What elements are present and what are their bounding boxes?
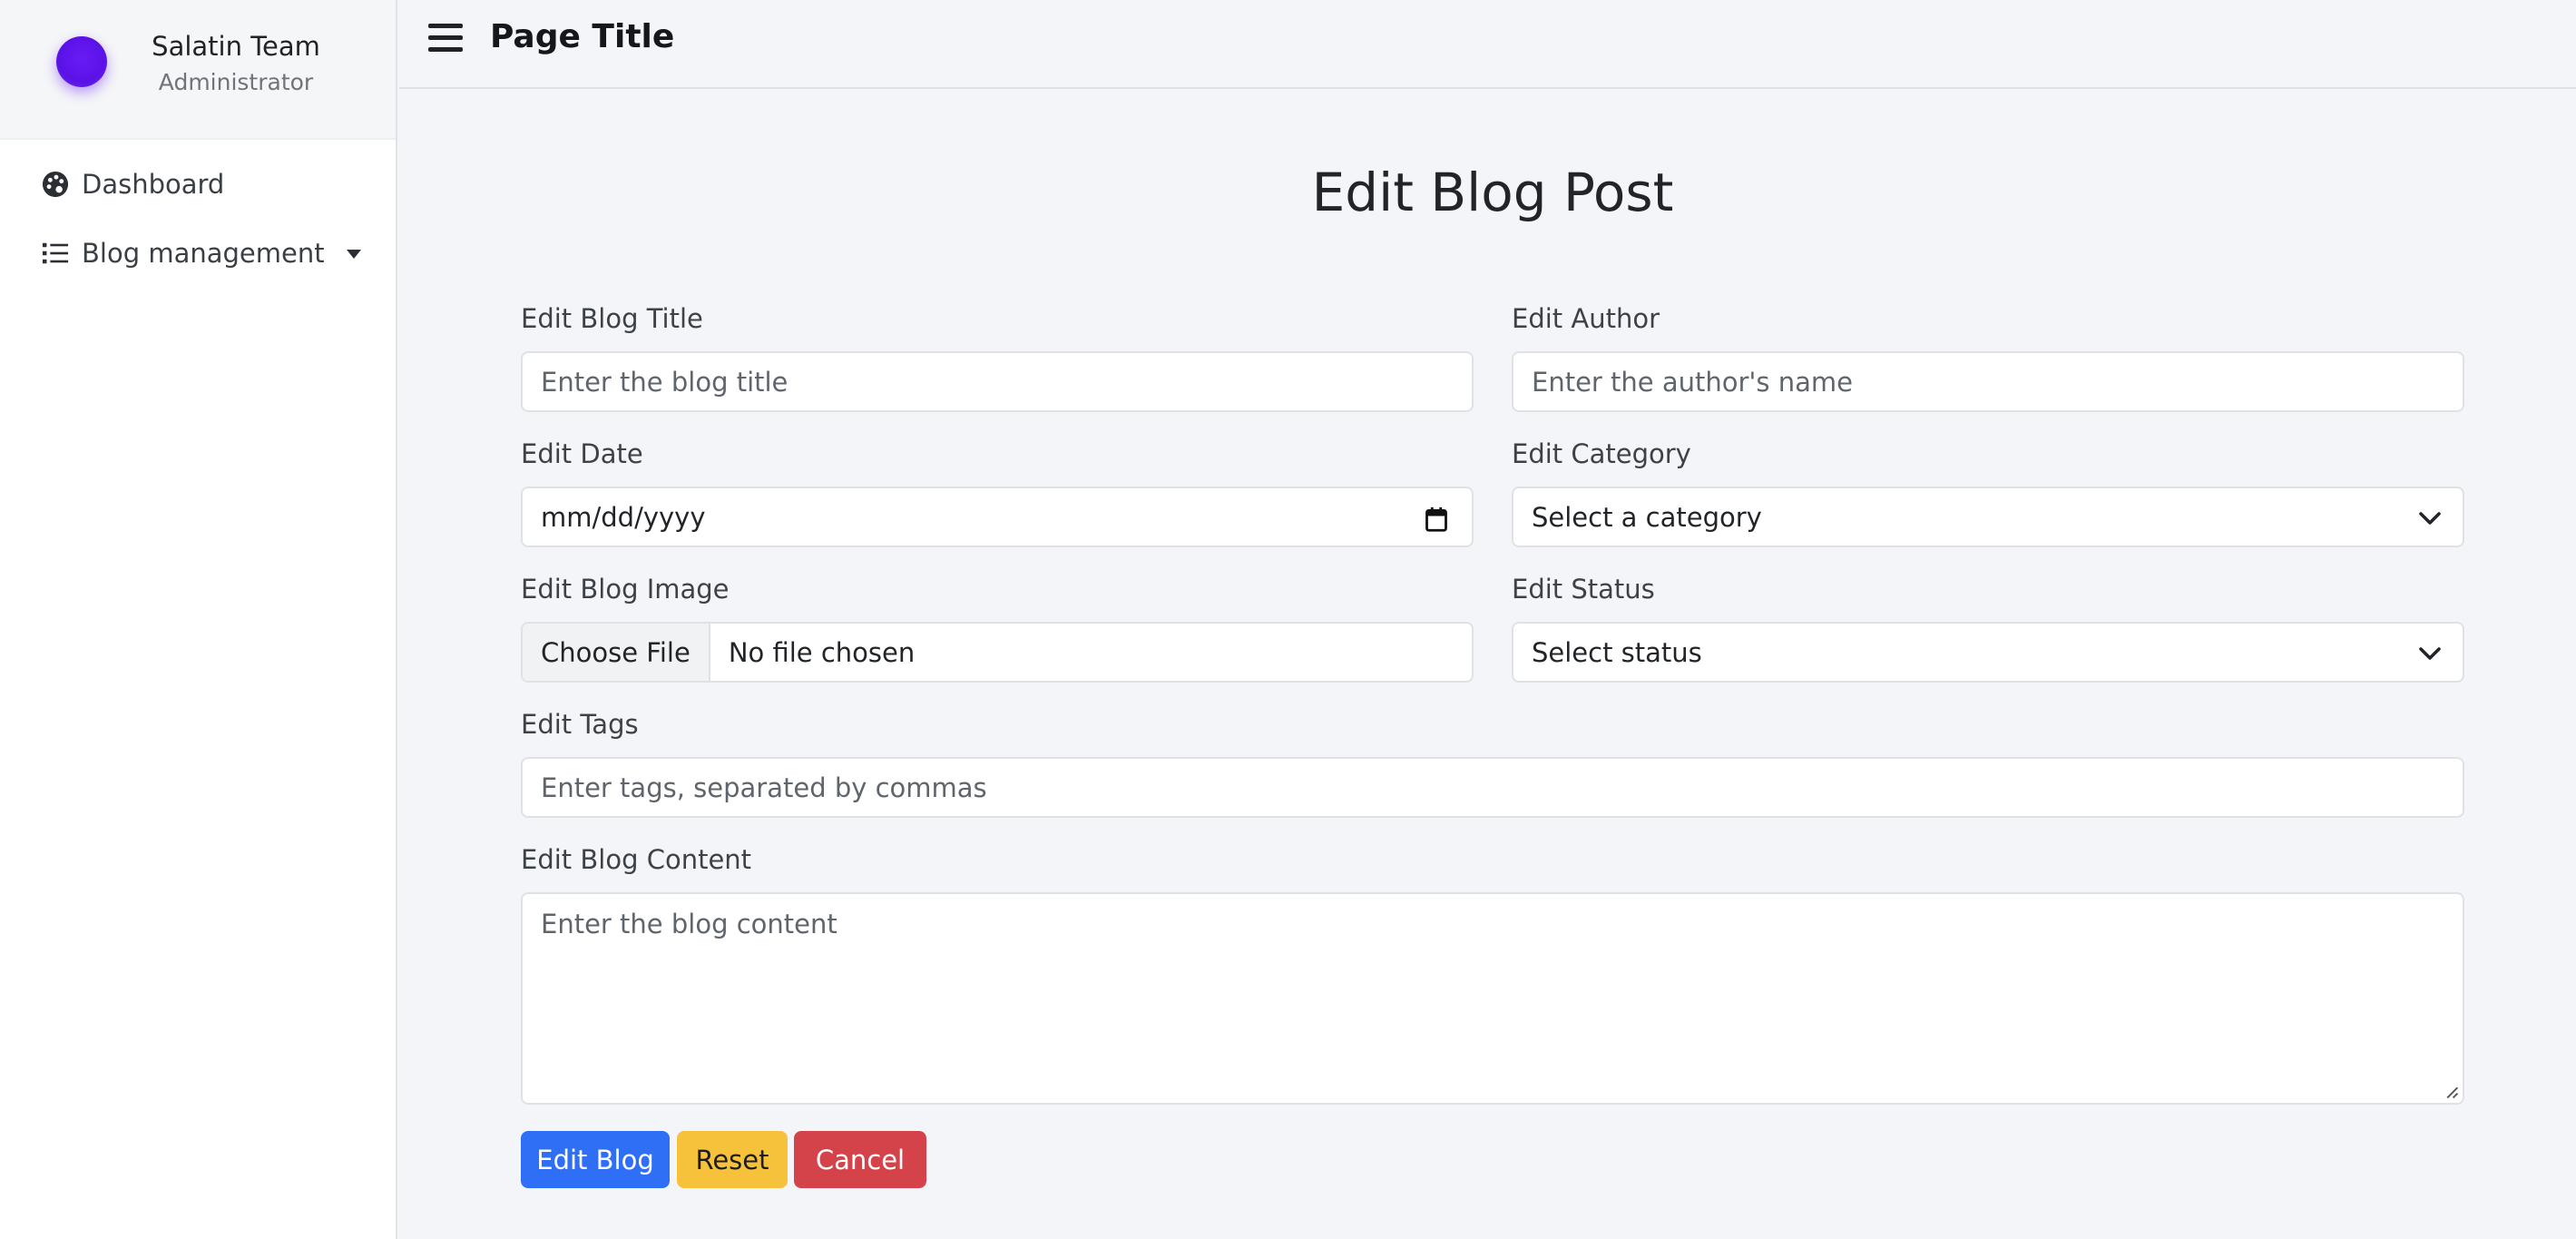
blog-title-label: Edit Blog Title: [521, 303, 703, 334]
profile-role: Administrator: [158, 69, 314, 95]
date-value: mm/dd/yyyy: [541, 501, 706, 533]
avatar[interactable]: [56, 36, 107, 87]
blog-content-textarea[interactable]: Enter the blog content: [521, 892, 2464, 1105]
resize-handle-icon[interactable]: [2444, 1085, 2459, 1099]
reset-button[interactable]: Reset: [677, 1131, 788, 1188]
blog-image-input[interactable]: Choose File No file chosen: [521, 622, 1474, 683]
category-value: Select a category: [1532, 501, 1762, 533]
cancel-button[interactable]: Cancel: [794, 1131, 926, 1188]
date-input[interactable]: mm/dd/yyyy: [521, 487, 1474, 547]
tags-placeholder: Enter tags, separated by commas: [541, 772, 987, 803]
status-label: Edit Status: [1512, 574, 1655, 605]
category-label: Edit Category: [1512, 438, 1691, 469]
caret-down-icon[interactable]: [345, 238, 363, 269]
tags-label: Edit Tags: [521, 709, 639, 740]
blog-content-label: Edit Blog Content: [521, 844, 752, 875]
blog-image-label: Edit Blog Image: [521, 574, 730, 605]
sidebar-item-blog-management[interactable]: Blog management: [42, 238, 363, 269]
chevron-down-icon: [2419, 512, 2441, 525]
author-label: Edit Author: [1512, 303, 1660, 334]
choose-file-button[interactable]: Choose File: [523, 624, 710, 681]
blog-content-placeholder: Enter the blog content: [541, 909, 837, 939]
sidebar-item-label: Dashboard: [82, 169, 225, 200]
author-input[interactable]: Enter the author's name: [1512, 351, 2464, 412]
date-label: Edit Date: [521, 438, 643, 469]
list-icon: [42, 242, 69, 264]
author-placeholder: Enter the author's name: [1532, 366, 1853, 398]
blog-title-input[interactable]: Enter the blog title: [521, 351, 1474, 412]
calendar-icon[interactable]: [1425, 506, 1448, 532]
tags-input[interactable]: Enter tags, separated by commas: [521, 757, 2464, 818]
form-heading: Edit Blog Post: [1311, 162, 1674, 223]
sidebar-item-label: Blog management: [82, 238, 325, 269]
sidebar: Salatin Team Administrator Dashboard Blo…: [0, 0, 397, 1239]
file-status-text: No file chosen: [728, 636, 916, 668]
palette-icon: [42, 171, 69, 198]
top-bar: Page Title: [399, 0, 2576, 89]
page-title: Page Title: [490, 18, 675, 55]
hamburger-menu-icon[interactable]: [426, 20, 465, 56]
blog-title-placeholder: Enter the blog title: [541, 366, 788, 398]
profile-card: Salatin Team Administrator: [0, 0, 396, 140]
profile-name: Salatin Team: [152, 31, 320, 62]
status-value: Select status: [1532, 636, 1702, 668]
category-select[interactable]: Select a category: [1512, 487, 2464, 547]
edit-blog-button[interactable]: Edit Blog: [521, 1131, 670, 1188]
status-select[interactable]: Select status: [1512, 622, 2464, 683]
sidebar-item-dashboard[interactable]: Dashboard: [42, 169, 224, 200]
chevron-down-icon: [2419, 647, 2441, 660]
